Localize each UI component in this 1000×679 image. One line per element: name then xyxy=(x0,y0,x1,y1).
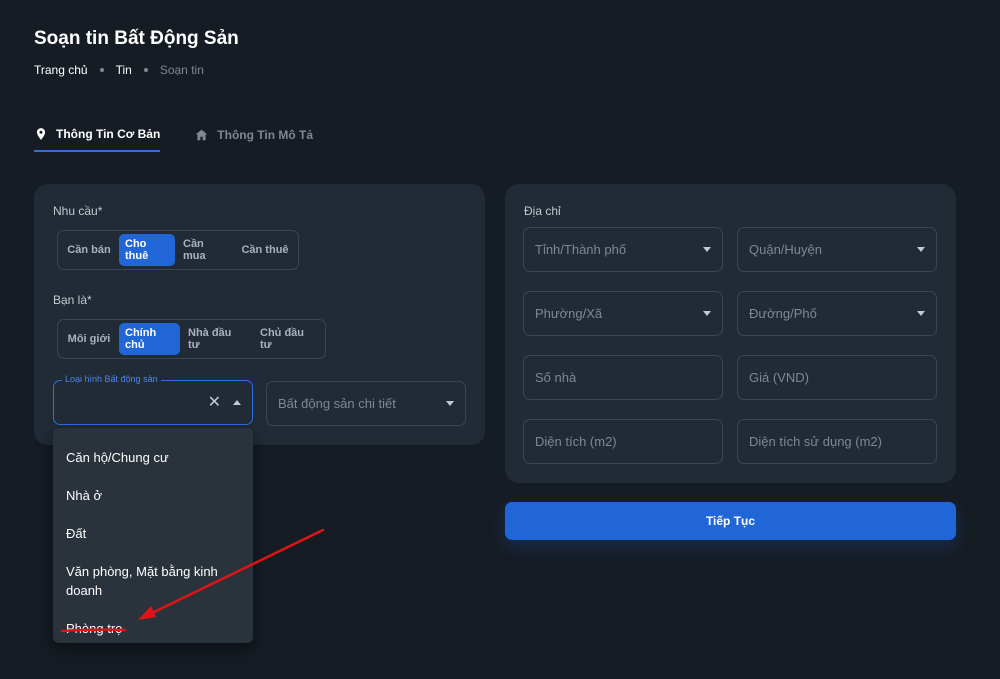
role-label: Bạn là* xyxy=(53,293,92,307)
need-option-sell[interactable]: Cần bán xyxy=(61,234,117,266)
location-pin-icon xyxy=(34,127,48,141)
dropdown-item-land[interactable]: Đất xyxy=(53,514,253,552)
dropdown-item-boarding-room[interactable]: Phòng trọ xyxy=(53,609,253,647)
need-option-rent-out[interactable]: Cho thuê xyxy=(119,234,175,266)
need-option-buy[interactable]: Cần mua xyxy=(177,234,233,266)
area-input[interactable]: Diện tích (m2) xyxy=(523,419,723,464)
price-input[interactable]: Giá (VND) xyxy=(737,355,937,400)
breadcrumb-separator xyxy=(143,68,148,72)
tab-basic-info-label: Thông Tin Cơ Bản xyxy=(56,127,161,141)
area-placeholder: Diện tích (m2) xyxy=(535,434,617,449)
clear-icon[interactable]: ✕ xyxy=(208,394,221,411)
property-type-dropdown: Căn hộ/Chung cư Nhà ở Đất Văn phòng, Mặt… xyxy=(53,428,253,643)
street-select[interactable]: Đường/Phố xyxy=(737,291,937,336)
property-type-label: Loại hình Bất động sản xyxy=(62,374,161,384)
role-option-developer[interactable]: Chủ đầu tư xyxy=(254,323,322,355)
chevron-down-icon xyxy=(703,247,711,252)
breadcrumb-separator xyxy=(99,68,104,72)
basic-info-card: Nhu cầu* Cần bán Cho thuê Cần mua Cần th… xyxy=(34,184,485,445)
district-placeholder: Quận/Huyện xyxy=(749,242,822,257)
breadcrumb: Trang chủ Tin Soạn tin xyxy=(34,63,204,77)
need-label: Nhu cầu* xyxy=(53,204,103,218)
tab-description[interactable]: Thông Tin Mô Tả xyxy=(194,118,313,152)
district-select[interactable]: Quận/Huyện xyxy=(737,227,937,272)
province-placeholder: Tỉnh/Thành phố xyxy=(535,242,627,257)
breadcrumb-listings[interactable]: Tin xyxy=(116,63,132,77)
tab-bar: Thông Tin Cơ Bản Thông Tin Mô Tả xyxy=(34,118,347,152)
breadcrumb-current: Soạn tin xyxy=(159,63,204,77)
property-detail-placeholder: Bất động sản chi tiết xyxy=(278,396,396,411)
province-select[interactable]: Tỉnh/Thành phố xyxy=(523,227,723,272)
breadcrumb-home[interactable]: Trang chủ xyxy=(34,63,88,77)
street-placeholder: Đường/Phố xyxy=(749,306,817,321)
tab-description-label: Thông Tin Mô Tả xyxy=(217,128,314,142)
continue-button[interactable]: Tiếp Tục xyxy=(505,502,956,540)
role-toggle-group: Môi giới Chính chủ Nhà đầu tư Chủ đầu tư xyxy=(57,319,326,359)
house-number-input[interactable]: Số nhà xyxy=(523,355,723,400)
need-toggle-group: Cần bán Cho thuê Cần mua Cần thuê xyxy=(57,230,299,270)
ward-placeholder: Phường/Xã xyxy=(535,306,603,321)
ward-select[interactable]: Phường/Xã xyxy=(523,291,723,336)
chevron-up-icon xyxy=(233,400,241,405)
page-title: Soạn tin Bất Động Sản xyxy=(34,28,239,49)
usable-area-input[interactable]: Diện tích sử dụng (m2) xyxy=(737,419,937,464)
need-option-rent[interactable]: Cần thuê xyxy=(235,234,295,266)
dropdown-item-house[interactable]: Nhà ở xyxy=(53,476,253,514)
chevron-down-icon xyxy=(917,311,925,316)
property-type-select[interactable]: Loại hình Bất động sản ✕ xyxy=(53,374,253,425)
property-detail-select[interactable]: Bất động sản chi tiết xyxy=(266,381,466,426)
chevron-down-icon xyxy=(446,401,454,406)
home-icon xyxy=(194,128,209,142)
address-card: Địa chỉ Tỉnh/Thành phố Quận/Huyện Phường… xyxy=(505,184,956,483)
chevron-down-icon xyxy=(917,247,925,252)
role-option-investor[interactable]: Nhà đầu tư xyxy=(182,323,252,355)
role-option-broker[interactable]: Môi giới xyxy=(61,323,117,355)
address-label: Địa chỉ xyxy=(524,204,561,218)
price-placeholder: Giá (VND) xyxy=(749,370,809,385)
house-number-placeholder: Số nhà xyxy=(535,370,577,385)
chevron-down-icon xyxy=(703,311,711,316)
tab-basic-info[interactable]: Thông Tin Cơ Bản xyxy=(34,118,161,152)
dropdown-item-apartment[interactable]: Căn hộ/Chung cư xyxy=(53,438,253,476)
role-option-owner[interactable]: Chính chủ xyxy=(119,323,180,355)
usable-area-placeholder: Diện tích sử dụng (m2) xyxy=(749,434,882,449)
dropdown-item-office[interactable]: Văn phòng, Mặt bằng kinh doanh xyxy=(53,552,253,609)
